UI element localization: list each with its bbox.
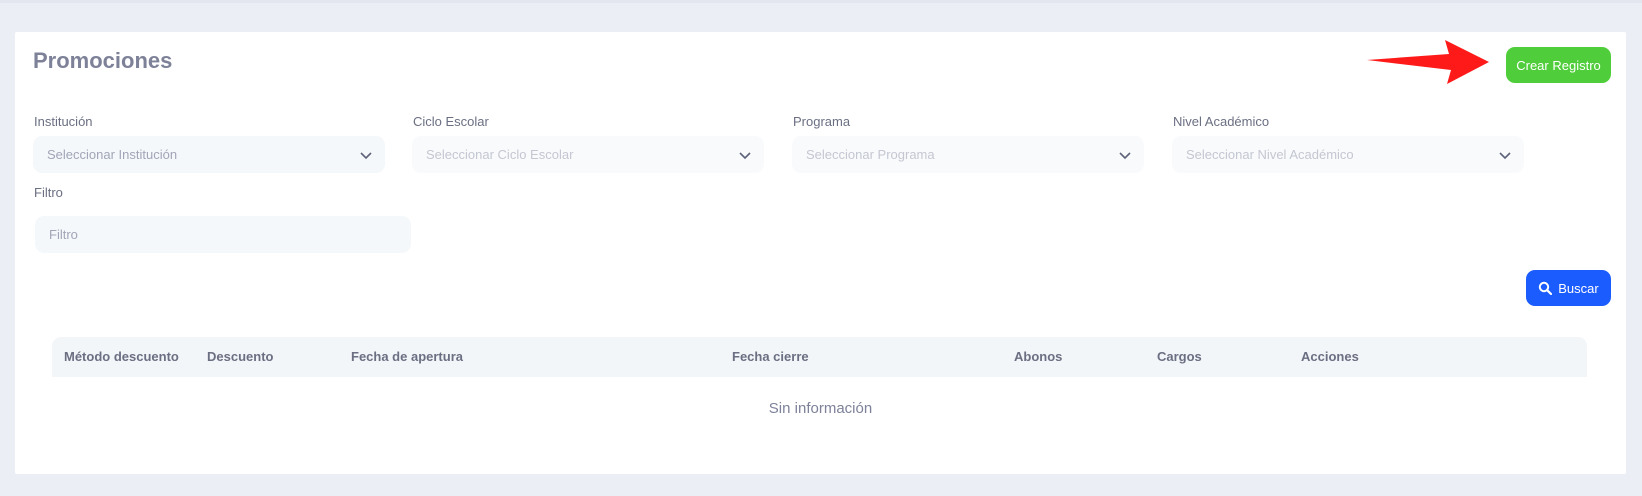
institution-placeholder: Seleccionar Institución: [47, 147, 178, 162]
column-header-credits[interactable]: Abonos: [1014, 349, 1062, 364]
annotation-arrow-icon: [1367, 40, 1489, 84]
program-label: Programa: [793, 114, 851, 129]
column-header-opening-date[interactable]: Fecha de apertura: [351, 349, 463, 364]
school-cycle-label: Ciclo Escolar: [413, 114, 489, 129]
institution-select[interactable]: Seleccionar Institución: [33, 136, 385, 173]
academic-level-select[interactable]: Seleccionar Nivel Académico: [1172, 136, 1524, 173]
create-record-button[interactable]: Crear Registro: [1506, 47, 1611, 83]
chevron-down-icon: [739, 152, 751, 160]
school-cycle-placeholder: Seleccionar Ciclo Escolar: [426, 147, 574, 162]
promotions-card: Promociones Crear Registro Institución S…: [15, 32, 1626, 474]
chevron-down-icon: [1119, 152, 1131, 160]
institution-label: Institución: [34, 114, 93, 129]
column-header-discount[interactable]: Descuento: [207, 349, 273, 364]
school-cycle-select[interactable]: Seleccionar Ciclo Escolar: [412, 136, 764, 173]
column-header-closing-date[interactable]: Fecha cierre: [732, 349, 809, 364]
academic-level-label: Nivel Académico: [1173, 114, 1270, 129]
search-icon: [1539, 281, 1553, 295]
empty-table-message: Sin información: [768, 400, 873, 417]
search-button[interactable]: Buscar: [1526, 270, 1611, 306]
program-select[interactable]: Seleccionar Programa: [792, 136, 1144, 173]
chevron-down-icon: [360, 152, 372, 160]
column-header-discount-method[interactable]: Método descuento: [64, 349, 179, 364]
program-placeholder: Seleccionar Programa: [806, 147, 935, 162]
academic-level-placeholder: Seleccionar Nivel Académico: [1186, 147, 1354, 162]
table-header: Método descuento Descuento Fecha de aper…: [52, 337, 1587, 377]
search-button-label: Buscar: [1558, 280, 1599, 296]
column-header-charges[interactable]: Cargos: [1157, 349, 1202, 364]
chevron-down-icon: [1499, 152, 1511, 160]
page-title: Promociones: [33, 48, 173, 73]
filter-label: Filtro: [34, 185, 63, 200]
filter-input[interactable]: [35, 216, 411, 253]
column-header-actions[interactable]: Acciones: [1301, 349, 1359, 364]
top-edge: [0, 0, 1642, 3]
